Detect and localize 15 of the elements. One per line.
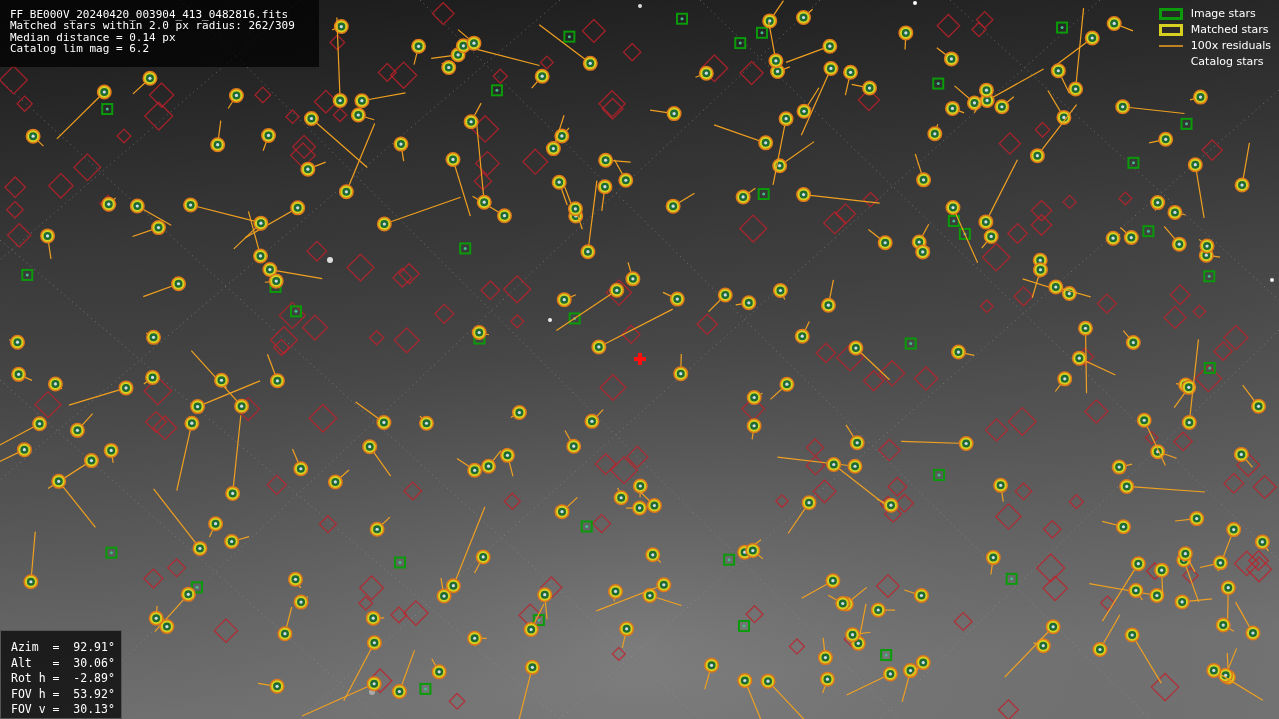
info-text: Median distance = 0.14 px	[10, 31, 176, 44]
legend-label: Image stars	[1190, 5, 1256, 22]
legend-label: 100x residuals	[1190, 37, 1271, 54]
pointing-text: FOV h = 53.92°	[11, 686, 115, 703]
pointing-text: Rot h = -2.89°	[11, 671, 115, 687]
pointing-text: Alt = 30.06°	[11, 655, 115, 672]
legend-swatch-icon	[1158, 8, 1183, 20]
pointing-text: FOV v = 30.13°	[11, 702, 115, 718]
info-text: Matched stars within 2.0 px radius: 262/309	[10, 20, 295, 32]
legend-label: Matched stars	[1190, 21, 1269, 38]
info-text: Catalog lim mag = 6.2	[10, 43, 150, 55]
pointing-text: Azim = 92.91°	[11, 640, 115, 656]
info-text: FF_BE000V_20240420_003904_413_0482816.fits	[10, 9, 289, 21]
legend-swatch-icon	[1158, 24, 1183, 36]
legend-label: Catalog stars	[1190, 53, 1264, 70]
